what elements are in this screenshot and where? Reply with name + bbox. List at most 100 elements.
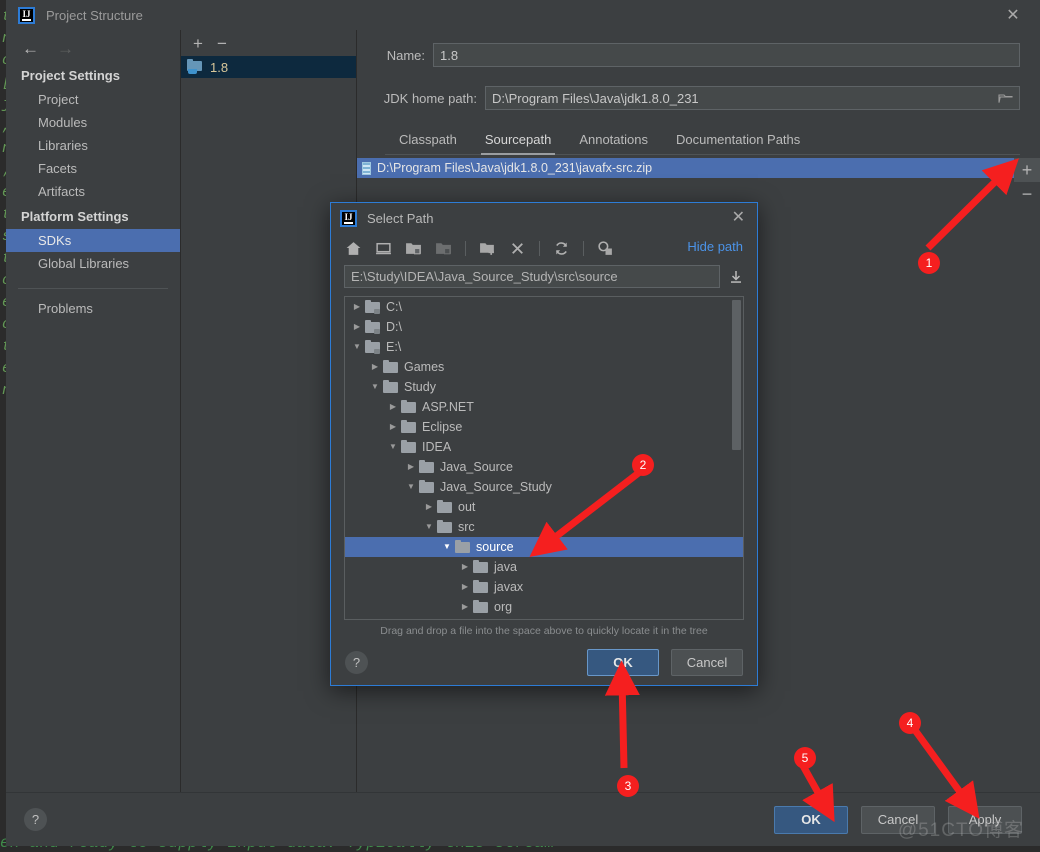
help-button[interactable]: ? [24,808,47,831]
chevron-right-icon[interactable]: ▶ [349,317,365,337]
chevron-right-icon[interactable]: ▶ [385,417,401,437]
chevron-down-icon[interactable]: ▼ [367,377,383,397]
sidebar-item-artifacts[interactable]: Artifacts [6,180,180,203]
sidebar-item-problems[interactable]: Problems [6,297,180,320]
refresh-icon[interactable] [553,240,570,257]
delete-icon[interactable] [509,240,526,257]
toolbar-divider-3 [583,240,584,256]
chevron-right-icon[interactable]: ▶ [367,357,383,377]
tree-item-study[interactable]: ▼ Study [345,377,743,397]
apply-button[interactable]: Apply [948,805,1022,834]
chevron-right-icon[interactable]: ▶ [457,577,473,597]
chevron-right-icon[interactable]: ▶ [421,497,437,517]
dialog-ok-button[interactable]: OK [587,648,659,676]
tab-classpath[interactable]: Classpath [385,132,471,154]
chevron-down-icon[interactable]: ▼ [439,537,455,557]
sourcepath-list-item[interactable]: D:\Program Files\Java\jdk1.8.0_231\javaf… [357,158,1014,178]
chevron-right-icon[interactable]: ▶ [385,397,401,417]
sourcepath-side-buttons: + − [1014,158,1040,206]
desktop-icon[interactable] [375,240,392,257]
remove-sdk-button[interactable]: − [217,35,227,52]
show-hidden-icon[interactable] [597,240,614,257]
dialog-footer: ? OK Cancel [331,639,757,685]
folder-open-icon[interactable] [998,91,1014,107]
settings-sidebar: ← → Project Settings Project Modules Lib… [6,30,181,792]
chevron-right-icon[interactable]: ▶ [403,457,419,477]
dialog-close-icon[interactable]: ✕ [732,209,745,227]
chevron-down-icon[interactable]: ▼ [349,337,365,357]
tab-annotations[interactable]: Annotations [565,132,662,154]
path-tabs: Classpath Sourcepath Annotations Documen… [385,127,1020,155]
dialog-path-input[interactable]: E:\Study\IDEA\Java_Source_Study\src\sour… [344,265,720,288]
tree-item-out[interactable]: ▶ out [345,497,743,517]
module-folder-icon[interactable] [435,240,452,257]
tree-item-org[interactable]: ▶ org [345,597,743,617]
chevron-right-icon[interactable]: ▶ [457,597,473,617]
dialog-toolbar: Hide path [331,233,757,263]
tree-item-label: IDEA [422,440,452,454]
tree-scrollbar[interactable] [732,300,741,450]
chevron-down-icon[interactable]: ▼ [421,517,437,537]
tree-item-idea[interactable]: ▼ IDEA [345,437,743,457]
sidebar-item-sdks[interactable]: SDKs [6,229,180,252]
tree-item-java_source[interactable]: ▶ Java_Source [345,457,743,477]
tree-item-label: ASP.NET [422,400,474,414]
window-titlebar: IJ Project Structure ✕ [6,0,1040,30]
tree-item-c[interactable]: ▶ C:\ [345,297,743,317]
file-tree[interactable]: ▶ C:\ ▶ D:\ ▼ E:\ ▶ Games ▼ Study ▶ ASP.NET ▶ Eclipse… [344,296,744,620]
chevron-down-icon[interactable]: ▼ [403,477,419,497]
close-icon[interactable]: ✕ [1004,7,1022,25]
back-arrow-icon[interactable]: ← [22,40,39,57]
chevron-down-icon[interactable]: ▼ [385,437,401,457]
tab-sourcepath[interactable]: Sourcepath [471,132,566,155]
sourcepath-add-button[interactable]: + [1014,158,1040,182]
tree-item-aspnet[interactable]: ▶ ASP.NET [345,397,743,417]
name-field-row: Name: 1.8 [357,43,1020,67]
folder-icon [383,380,398,393]
sidebar-item-global-libraries[interactable]: Global Libraries [6,252,180,275]
window-title: Project Structure [46,7,143,23]
add-sdk-button[interactable]: + [193,35,203,52]
sdk-list-item[interactable]: 1.8 [181,56,356,78]
sidebar-item-modules[interactable]: Modules [6,111,180,134]
tree-item-eclipse[interactable]: ▶ Eclipse [345,417,743,437]
tree-item-label: src [458,520,475,534]
project-folder-icon[interactable] [405,240,422,257]
sdk-list-item-label: 1.8 [210,59,229,75]
tab-documentation-paths[interactable]: Documentation Paths [662,132,814,154]
tree-item-e[interactable]: ▼ E:\ [345,337,743,357]
download-path-icon[interactable] [728,269,744,285]
folder-icon [473,560,488,573]
dialog-title: Select Path [367,210,434,226]
cancel-button[interactable]: Cancel [861,805,935,834]
tree-item-src[interactable]: ▼ src [345,517,743,537]
dialog-path-field-row: E:\Study\IDEA\Java_Source_Study\src\sour… [331,265,757,288]
sidebar-item-libraries[interactable]: Libraries [6,134,180,157]
chevron-right-icon[interactable]: ▶ [457,557,473,577]
tree-item-source[interactable]: ▼ source [345,537,743,557]
folder-icon [383,360,398,373]
forward-arrow-icon[interactable]: → [57,40,74,57]
sidebar-item-facets[interactable]: Facets [6,157,180,180]
drive-icon [365,300,380,314]
window-action-buttons: OK Cancel Apply [774,805,1022,834]
tree-item-javax[interactable]: ▶ javax [345,577,743,597]
ok-button[interactable]: OK [774,805,848,834]
tree-item-games[interactable]: ▶ Games [345,357,743,377]
dialog-cancel-button[interactable]: Cancel [671,648,743,676]
tree-item-d[interactable]: ▶ D:\ [345,317,743,337]
tree-item-java[interactable]: ▶ java [345,557,743,577]
folder-icon [437,500,452,513]
home-icon[interactable] [345,240,362,257]
hide-path-link[interactable]: Hide path [687,239,743,254]
folder-icon [401,440,416,453]
jdk-home-path-input[interactable]: D:\Program Files\Java\jdk1.8.0_231 [485,86,1020,110]
dialog-help-button[interactable]: ? [345,650,368,674]
new-folder-icon[interactable] [479,240,496,257]
jdk-home-path-row: JDK home path: D:\Program Files\Java\jdk… [357,86,1020,110]
name-input[interactable]: 1.8 [433,43,1020,67]
sourcepath-remove-button[interactable]: − [1014,182,1040,206]
chevron-right-icon[interactable]: ▶ [349,297,365,317]
tree-item-java_source_study[interactable]: ▼ Java_Source_Study [345,477,743,497]
sidebar-item-project[interactable]: Project [6,88,180,111]
